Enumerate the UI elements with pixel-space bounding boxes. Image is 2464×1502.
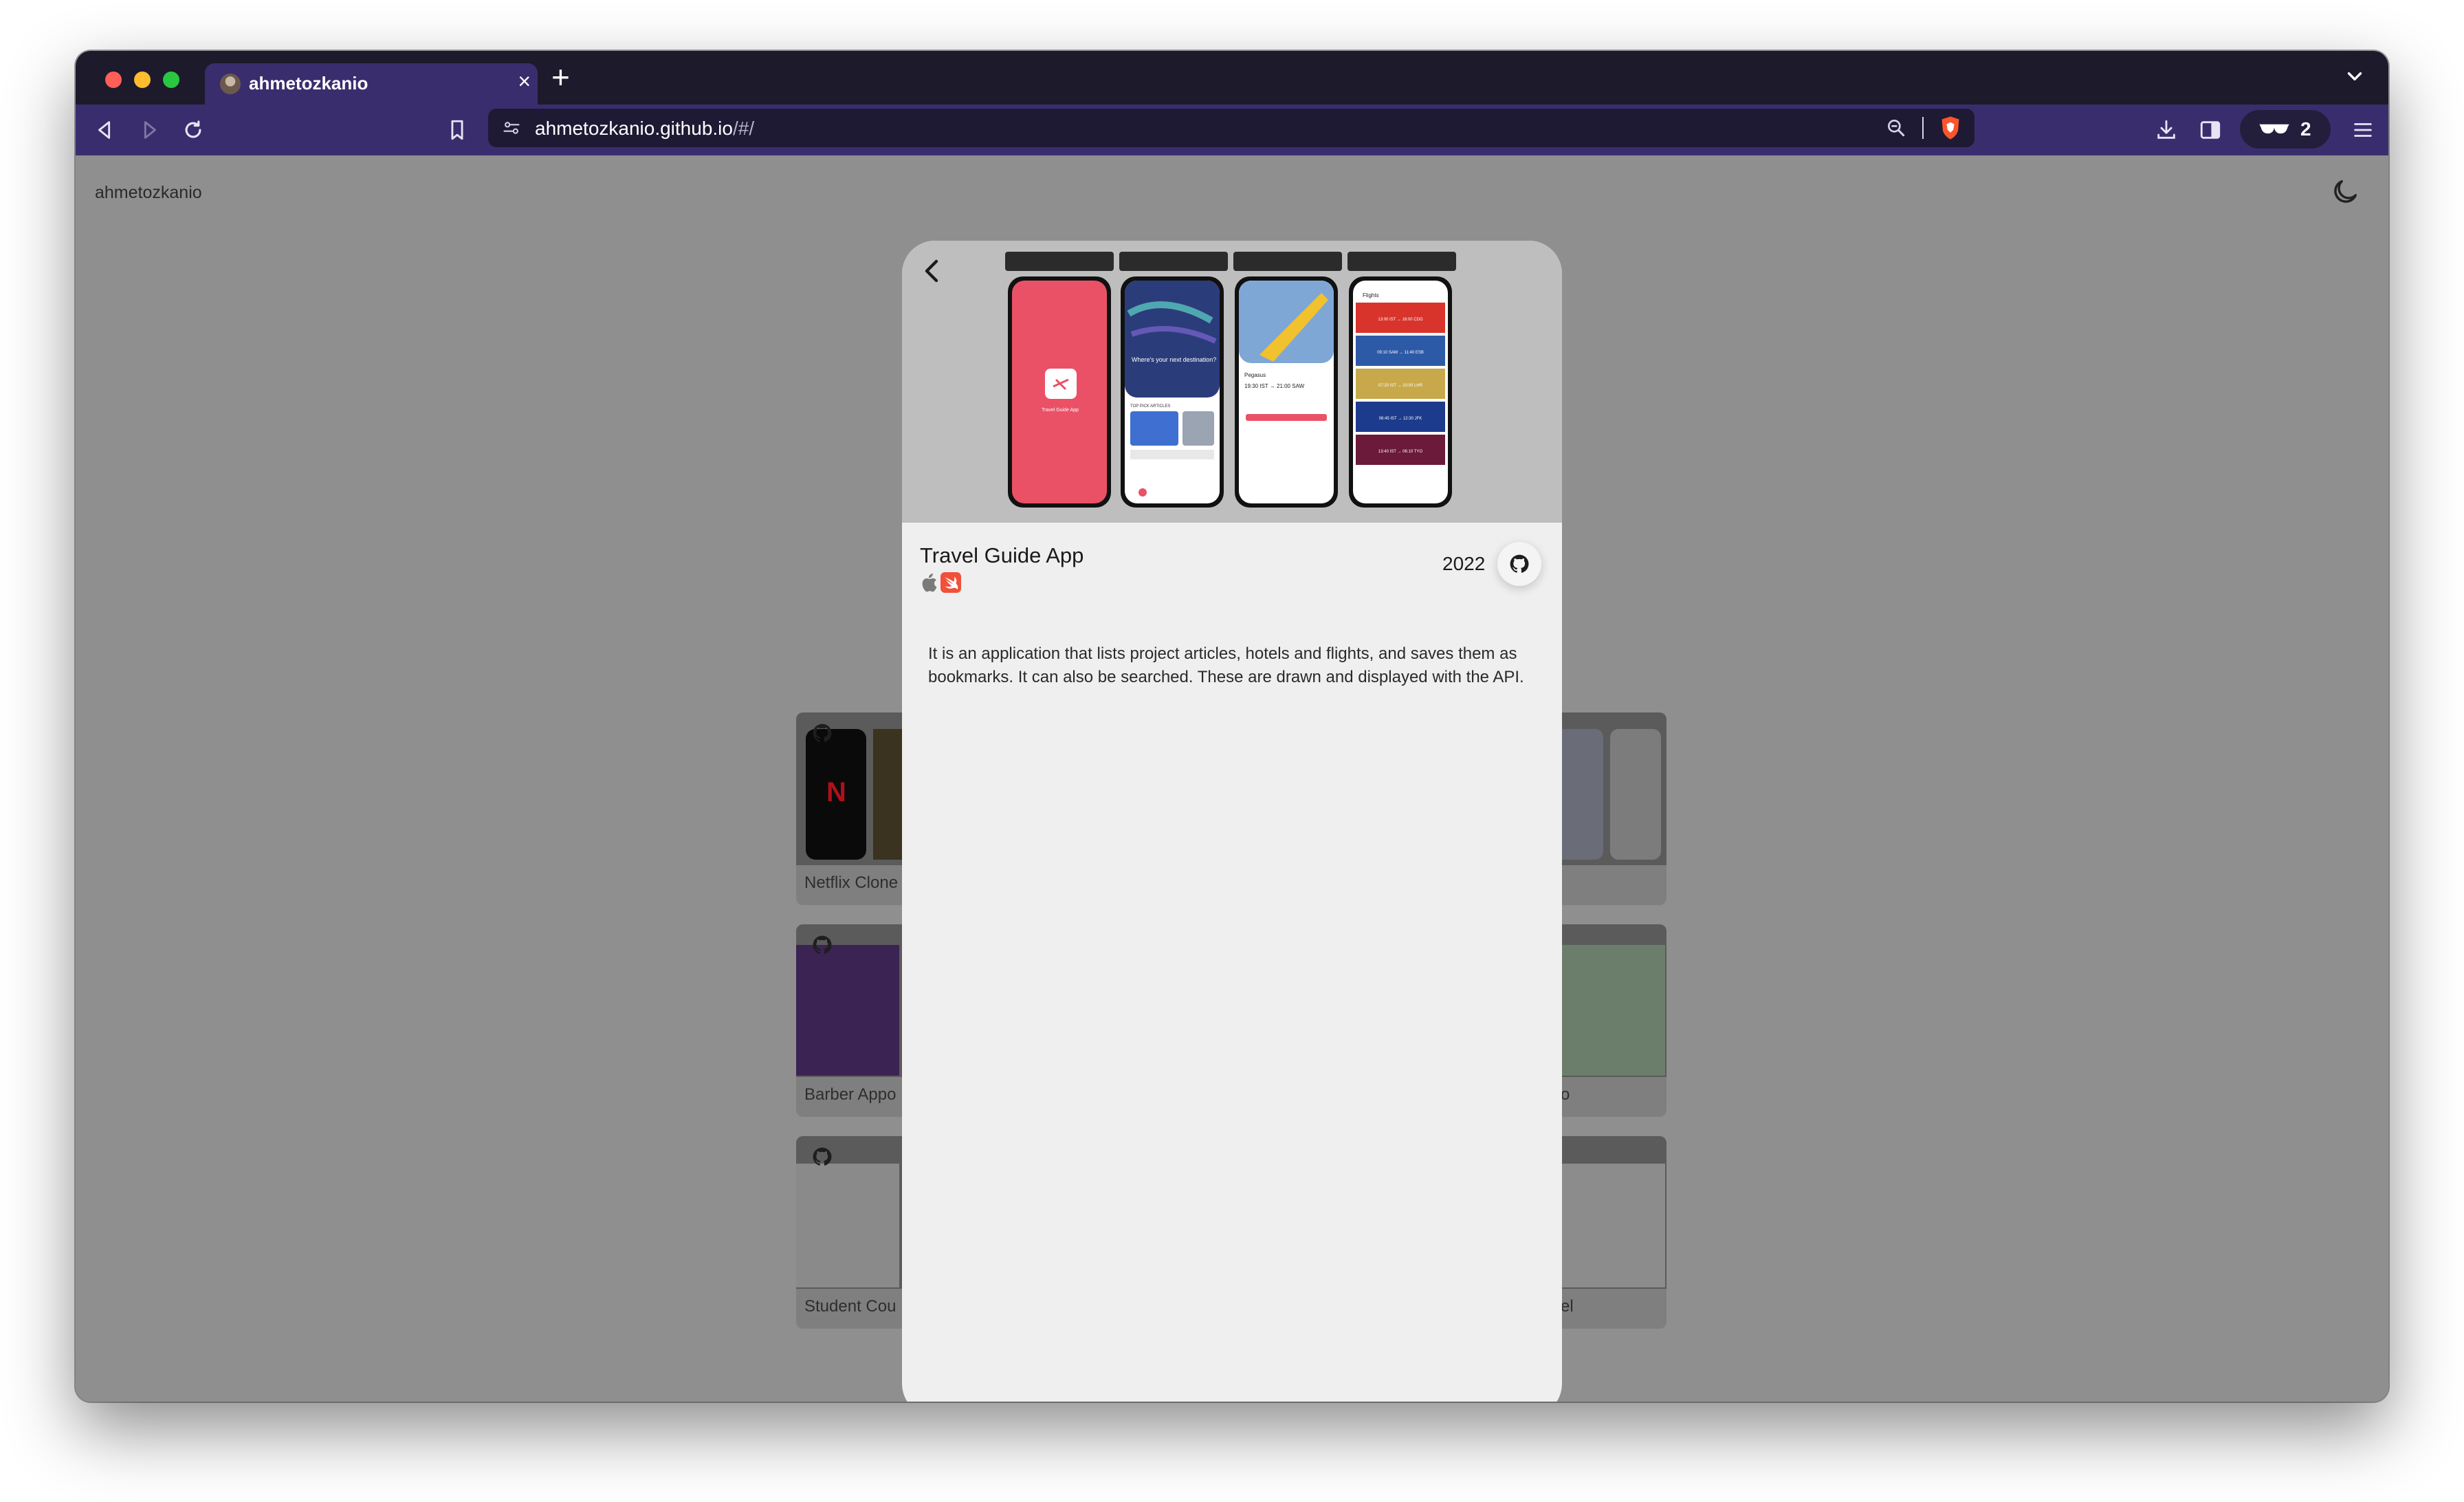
vpn-count: 2 (2300, 118, 2311, 140)
site-name[interactable]: ahmetozkanio (95, 183, 202, 203)
vpn-button[interactable]: 2 (2240, 110, 2331, 149)
address-bar[interactable]: ahmetozkanio.github.io/#/ (488, 109, 1974, 147)
flight-row: 09:10 SAW → 11:40 ESB (1377, 351, 1424, 355)
new-tab-button[interactable]: + (551, 61, 570, 94)
flight-row: 07:20 IST → 10:00 LHR (1378, 384, 1423, 388)
card-title: Barber Appo (804, 1085, 896, 1104)
apple-icon (922, 573, 937, 592)
brave-shield-icon[interactable] (1939, 116, 1962, 140)
card-title: Student Cou (804, 1297, 896, 1316)
maximize-window-button[interactable] (163, 72, 179, 88)
project-hero-image: Travel Guide App Where's your next desti… (902, 241, 1562, 523)
back-icon[interactable] (94, 118, 117, 142)
moon-icon[interactable] (2329, 176, 2361, 208)
sunglasses-icon (2259, 124, 2289, 134)
app-screenshots: Travel Guide App Where's your next desti… (1005, 252, 1456, 508)
project-title: Travel Guide App (920, 543, 1084, 567)
reload-icon[interactable] (182, 118, 205, 142)
github-icon[interactable] (811, 722, 833, 744)
minimize-window-button[interactable] (134, 72, 151, 88)
page-content: ahmetozkanio N Netflix Clone Barber Appo… (76, 155, 2388, 1402)
url-path: /#/ (732, 118, 755, 139)
active-tab[interactable]: ahmetozkanio × (205, 63, 538, 105)
flight-row: 13:40 IST → 06:10 TYO (1378, 450, 1422, 454)
project-github-button[interactable] (1497, 542, 1541, 586)
back-chevron-icon[interactable] (916, 254, 949, 287)
tab-list-chevron-icon[interactable] (2343, 65, 2366, 88)
swift-icon (940, 572, 962, 593)
zoom-icon[interactable] (1885, 117, 1907, 139)
project-description: It is an application that lists project … (928, 644, 1524, 686)
site-settings-icon[interactable] (502, 118, 521, 138)
url-host: ahmetozkanio.github.io (535, 118, 733, 139)
github-icon[interactable] (811, 1146, 833, 1168)
bookmark-icon[interactable] (446, 118, 469, 142)
sidebar-icon[interactable] (2199, 118, 2222, 142)
url-separator (1922, 117, 1924, 139)
card-title: Netflix Clone (804, 873, 899, 892)
url-text[interactable]: ahmetozkanio.github.io/#/ (535, 118, 754, 140)
project-detail-modal: Travel Guide App Where's your next desti… (902, 241, 1562, 1402)
tab-title: ahmetozkanio (249, 73, 368, 94)
card-title-right: el (1561, 1297, 1574, 1316)
browser-toolbar: ahmetozkanio.github.io/#/ 2 (76, 105, 2388, 155)
splash-label: Travel Guide App (1042, 408, 1079, 413)
menu-icon[interactable] (2351, 118, 2375, 142)
github-icon (1510, 554, 1529, 573)
netflix-logo: N (826, 777, 846, 807)
favicon-avatar-icon (220, 74, 241, 94)
download-icon[interactable] (2155, 118, 2178, 142)
github-icon[interactable] (811, 934, 833, 956)
detail-airline: Pegasus (1244, 372, 1266, 378)
forward-icon[interactable] (138, 118, 161, 142)
tab-close-icon[interactable]: × (518, 69, 531, 94)
home-headline: Where's your next destination? (1132, 356, 1216, 363)
close-window-button[interactable] (105, 72, 122, 88)
detail-time: 19:30 IST → 21:00 SAW (1244, 383, 1305, 389)
browser-window: ahmetozkanio × + ahmetozkanio.github.io/… (76, 51, 2388, 1402)
home-section: TOP PICK ARTICLES (1130, 404, 1170, 409)
tech-stack (920, 572, 962, 593)
flight-row: 08:45 IST → 12:30 JFK (1379, 417, 1422, 421)
tab-bar: ahmetozkanio × + (76, 51, 2388, 105)
project-year: 2022 (1442, 553, 1486, 574)
card-title-right: o (1561, 1085, 1570, 1104)
flights-title: Flights (1363, 292, 1379, 298)
flight-row: 13:00 IST → 16:00 CDG (1378, 318, 1423, 322)
